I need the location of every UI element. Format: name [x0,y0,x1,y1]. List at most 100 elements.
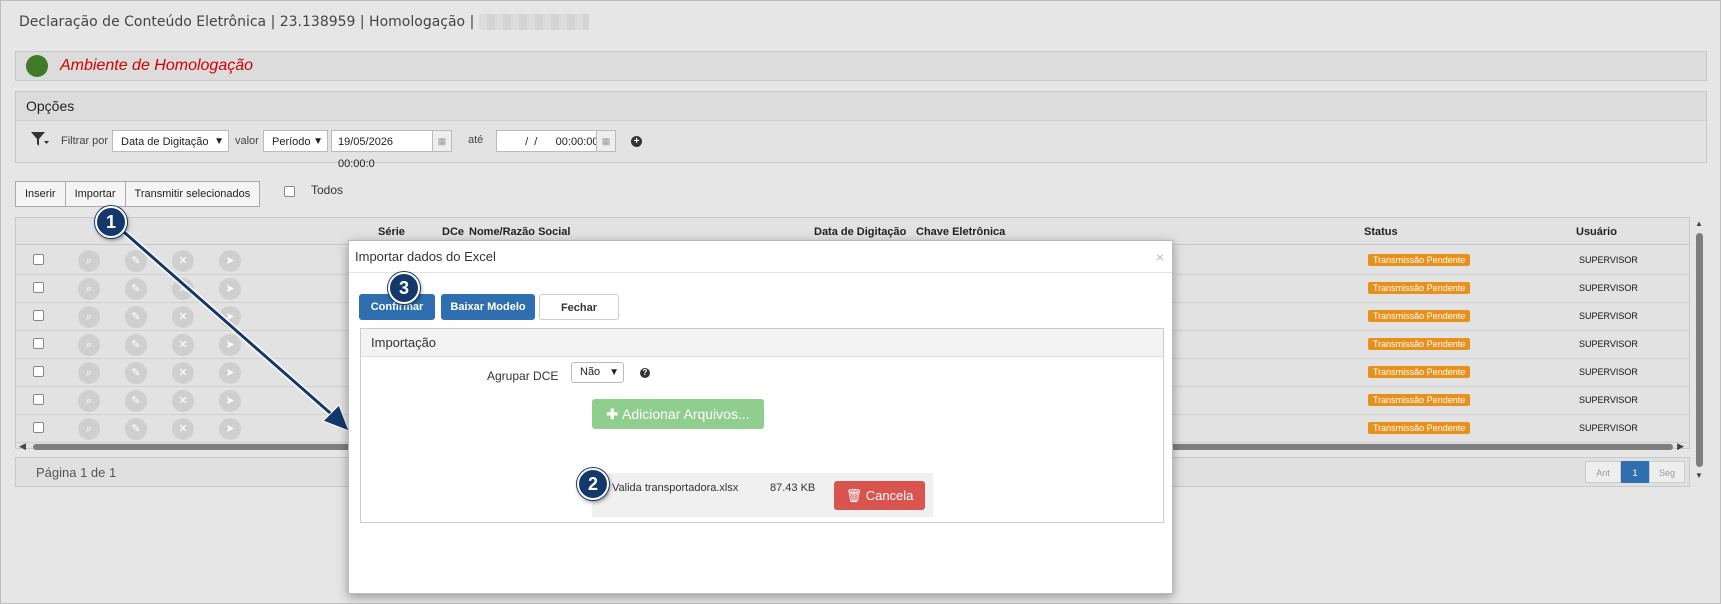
row-checkbox[interactable] [33,394,44,405]
transmit-selected-button[interactable]: Transmitir selecionados [124,181,261,207]
user-cell: SUPERVISOR [1579,255,1638,265]
status-badge: Transmissão Pendente [1368,338,1471,350]
col-date[interactable]: Data de Digitação [814,226,906,238]
status-badge: Transmissão Pendente [1368,422,1471,434]
col-dce[interactable]: DCe [442,226,464,238]
import-panel: Importação Agrupar DCE Não ▼ ? ✚ Adiciona… [360,328,1164,523]
search-icon[interactable]: ⌕ [78,250,100,272]
select-all-label: Todos [311,183,344,197]
col-serie[interactable]: Série [378,226,405,238]
status-badge: Transmissão Pendente [1368,310,1471,322]
cancel-label: Cancela [865,488,914,503]
status-dot-icon [26,55,48,77]
plus-icon: ✚ [606,406,622,422]
chevron-down-icon: ▼ [214,136,224,147]
col-status[interactable]: Status [1364,226,1398,238]
prev-page-button[interactable]: Ant [1585,461,1621,483]
search-icon[interactable]: ⌕ [78,390,100,412]
chevron-down-icon: ▼ [609,367,619,378]
status-badge: Transmissão Pendente [1368,254,1471,266]
filter-label: Filtrar por [61,135,109,147]
file-name: Valida transportadora.xlsx [612,482,739,494]
window-title: Declaração de Conteúdo Eletrônica | 23.1… [19,14,589,30]
callout-badge-2: 2 [577,468,609,500]
search-icon[interactable]: ⌕ [78,362,100,384]
close-icon[interactable]: × [1156,249,1164,265]
filter-icon [31,132,49,146]
import-section-title: Importação [361,329,1163,357]
search-icon[interactable]: ⌕ [78,418,100,440]
environment-banner: Ambiente de Homologação [15,51,1707,81]
value-mode-value: Período [272,136,311,148]
chevron-down-icon: ▼ [313,136,323,147]
trash-icon: 🗑 [845,488,866,503]
search-icon[interactable]: ⌕ [78,334,100,356]
next-page-button[interactable]: Seg [1649,461,1685,483]
row-checkbox[interactable] [33,310,44,321]
add-filter-icon[interactable]: + [631,136,642,147]
file-size: 87.43 KB [770,482,816,494]
row-checkbox[interactable] [33,338,44,349]
callout-badge-3: 3 [388,272,420,304]
scroll-right-icon[interactable]: ▶ [1677,441,1684,452]
download-template-button[interactable]: Baixar Modelo [441,294,535,320]
group-dce-value: Não [580,366,601,378]
page-info: Página 1 de 1 [36,465,117,480]
scroll-thumb[interactable] [1696,233,1703,467]
environment-label: Ambiente de Homologação [60,57,254,74]
col-user[interactable]: Usuário [1576,226,1617,238]
scroll-left-icon[interactable]: ◀ [19,441,26,452]
close-button[interactable]: Fechar [539,294,619,320]
value-label: valor [235,135,259,147]
user-cell: SUPERVISOR [1579,367,1638,377]
calendar-icon[interactable]: ▦ [596,130,616,152]
group-dce-label: Agrupar DCE [487,369,559,383]
dialog-title: Importar dados do Excel [355,249,496,264]
callout-badge-1: 1 [95,206,127,238]
add-files-button[interactable]: ✚ Adicionar Arquivos... [592,399,764,429]
value-mode-select[interactable]: Período ▼ [263,130,328,152]
scroll-up-icon[interactable]: ▲ [1695,219,1703,228]
filter-row: Filtrar por Data de Digitação ▼ valor Per… [16,130,1706,170]
divider [349,272,1172,273]
scroll-down-icon[interactable]: ▼ [1695,471,1703,480]
select-all-checkbox[interactable] [284,186,295,197]
col-name[interactable]: Nome/Razão Social [469,226,570,238]
app-window: Declaração de Conteúdo Eletrônica | 23.1… [0,0,1721,604]
row-checkbox[interactable] [33,254,44,265]
callout-arrow [107,216,350,432]
search-icon[interactable]: ⌕ [78,306,100,328]
options-panel: Opções Filtrar por Data de Digitação ▼ va… [15,91,1707,170]
add-files-label: Adicionar Arquivos... [622,406,750,422]
calendar-icon[interactable]: ▦ [432,130,452,152]
until-label: até [468,134,484,146]
help-icon[interactable]: ? [640,368,650,378]
row-checkbox[interactable] [33,422,44,433]
redacted-user [478,14,589,30]
user-cell: SUPERVISOR [1579,339,1638,349]
col-key[interactable]: Chave Eletrônica [916,226,1005,238]
filter-field-value: Data de Digitação [121,136,209,148]
user-cell: SUPERVISOR [1579,395,1638,405]
status-badge: Transmissão Pendente [1368,282,1471,294]
group-dce-select[interactable]: Não ▼ [571,362,624,383]
row-checkbox[interactable] [33,366,44,377]
window-title-text: Declaração de Conteúdo Eletrônica | 23.1… [19,14,475,30]
toolbar: Inserir Importar Transmitir selecionados [15,181,261,207]
row-checkbox[interactable] [33,282,44,293]
date-from-input[interactable]: 19/05/2026 00:00:0 [331,130,433,170]
user-cell: SUPERVISOR [1579,311,1638,321]
search-icon[interactable]: ⌕ [78,278,100,300]
file-entry: Valida transportadora.xlsx 87.43 KB 🗑 Ca… [592,473,933,517]
cancel-upload-button[interactable]: 🗑 Cancela [834,481,925,510]
status-badge: Transmissão Pendente [1368,366,1471,378]
options-header: Opções [16,92,1706,121]
date-to-input[interactable]: / / 00:00:00 [496,130,599,152]
insert-button[interactable]: Inserir [15,181,66,207]
user-cell: SUPERVISOR [1579,423,1638,433]
import-excel-dialog: Importar dados do Excel × Confirmar Baix… [348,240,1173,594]
vertical-scrollbar[interactable]: ▲ ▼ [1693,219,1705,483]
import-button[interactable]: Importar [64,181,126,207]
page-1-button[interactable]: 1 [1621,461,1649,483]
filter-field-select[interactable]: Data de Digitação ▼ [112,130,229,152]
